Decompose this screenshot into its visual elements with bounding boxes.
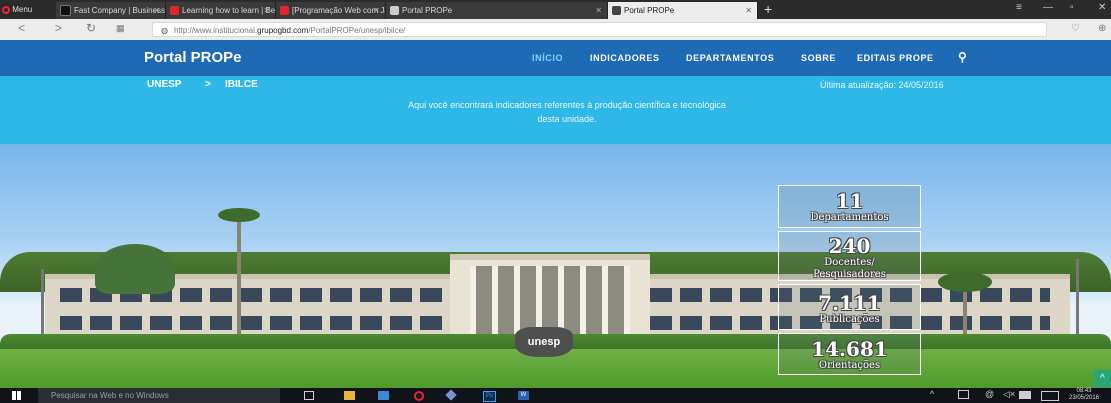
stat-docentes-pesquisadores[interactable]: 240 Docentes/ Pesquisadores xyxy=(778,231,921,281)
stat-value: 11 xyxy=(835,189,864,213)
taskbar-clock[interactable]: 08:43 23/05/2016 xyxy=(1064,388,1104,402)
windows-taskbar: Pesquisar na Web e no Windows Ps W ^ @ ◁… xyxy=(0,388,1111,403)
tray-up-arrow-icon[interactable]: ^ xyxy=(930,389,934,399)
search-icon[interactable]: ⚲ xyxy=(958,50,967,64)
palm-cluster-left xyxy=(95,244,175,294)
breadcrumb-banner: UNESP > IBILCE Última atualização: 24/05… xyxy=(0,76,1111,144)
opera-taskbar-icon[interactable] xyxy=(414,391,424,401)
stat-publicacoes[interactable]: 7.111 Publicações xyxy=(778,284,921,330)
intro-line-1: Aqui você encontrará indicadores referen… xyxy=(408,100,726,110)
file-explorer-icon[interactable] xyxy=(344,391,355,400)
stat-value: 14.681 xyxy=(811,337,888,361)
nav-indicadores[interactable]: INDICADORES xyxy=(590,53,660,63)
site-info-icon[interactable]: ◍ xyxy=(161,26,168,35)
taskbar-search-placeholder: Pesquisar na Web e no Windows xyxy=(51,391,169,400)
stat-label: Docentes/ Pesquisadores xyxy=(813,257,886,280)
stat-label: Publicações xyxy=(819,314,880,325)
nav-sobre[interactable]: SOBRE xyxy=(801,53,836,63)
windows-start-icon[interactable] xyxy=(12,391,21,400)
site-brand-link[interactable]: Portal PROPe xyxy=(144,49,242,66)
intro-text: Aqui você encontrará indicadores referen… xyxy=(358,98,776,126)
coursera-favicon-icon xyxy=(170,6,179,16)
fast-company-favicon-icon xyxy=(60,5,71,17)
tab-programacao-web[interactable]: [Programação Web com Ja ✕ xyxy=(276,2,386,19)
nav-editais-prope[interactable]: EDITAIS PROPE xyxy=(857,53,934,63)
store-icon[interactable] xyxy=(378,391,389,400)
close-tab-icon[interactable]: ✕ xyxy=(373,2,380,19)
tab-portal-prope-active[interactable]: Portal PROPe ✕ xyxy=(608,2,758,19)
address-bar-row: < > ↻ ▦ ◍ http://www.institucional.grupog… xyxy=(0,19,1111,41)
intro-line-2: desta unidade. xyxy=(537,114,597,124)
breadcrumb-separator: > xyxy=(205,79,211,90)
menu-label: Menu xyxy=(12,5,33,14)
app-diamond-icon[interactable] xyxy=(445,389,457,401)
stat-orientacoes[interactable]: 14.681 Orientações xyxy=(778,333,921,375)
site-navbar: Portal PROPe INÍCIO INDICADORES DEPARTAM… xyxy=(0,40,1111,76)
scroll-top-button[interactable]: ^ xyxy=(1094,370,1111,387)
palm-crown-left xyxy=(218,208,260,222)
browser-tab-bar: Menu Fast Company | Business + ✕ Learning… xyxy=(0,0,1111,19)
url-prefix: http://www.institucional. xyxy=(173,26,258,35)
window-row-left-bottom xyxy=(60,316,450,330)
unesp-logo-sign: unesp xyxy=(515,327,573,357)
speed-dial-icon[interactable]: ▦ xyxy=(116,23,125,34)
tab-learning-how-to-learn[interactable]: Learning how to learn | Be ✕ xyxy=(166,2,276,19)
taskbar-time: 08:43 xyxy=(1076,388,1092,394)
opera-logo-icon xyxy=(2,5,10,14)
taskbar-date: 23/05/2016 xyxy=(1068,395,1100,401)
sync-icon[interactable]: @ xyxy=(985,389,994,399)
tab-title: Fast Company | Business + xyxy=(74,6,166,15)
palm-crown-right xyxy=(938,272,992,292)
building-columns xyxy=(470,266,630,336)
tab-fast-company[interactable]: Fast Company | Business + ✕ xyxy=(56,2,166,19)
reload-icon[interactable]: ↻ xyxy=(86,21,96,35)
page-favicon-icon xyxy=(390,6,399,16)
url-input[interactable]: ◍ http://www.institucional.grupogbd.com/P… xyxy=(152,22,1047,37)
close-tab-icon[interactable]: ✕ xyxy=(595,2,602,19)
keyboard-icon[interactable] xyxy=(1019,391,1031,399)
url-path: /PortalPROPe/unesp/ibilce/ xyxy=(308,26,406,35)
close-tab-icon[interactable]: ✕ xyxy=(745,2,752,19)
coursera-favicon-icon xyxy=(280,6,289,16)
stat-label: Orientações xyxy=(818,360,881,371)
close-tab-icon[interactable]: ✕ xyxy=(263,2,270,19)
minimize-icon[interactable]: — xyxy=(1043,2,1053,13)
palm-trunk-left xyxy=(237,216,241,344)
new-tab-button[interactable]: + xyxy=(764,0,772,18)
forward-icon[interactable]: > xyxy=(55,21,62,35)
taskbar-search-input[interactable]: Pesquisar na Web e no Windows xyxy=(38,388,280,403)
opera-menu-button[interactable]: Menu xyxy=(2,3,32,17)
download-icon[interactable]: ⊕ xyxy=(1098,23,1106,34)
language-indicator[interactable] xyxy=(1041,391,1059,401)
close-tab-icon[interactable]: ✕ xyxy=(153,2,160,19)
nav-departamentos[interactable]: DEPARTAMENTOS xyxy=(686,53,774,63)
campus-hero-image: unesp 11 Departamentos 240 Docentes/ Pes… xyxy=(0,144,1111,388)
nav-inicio[interactable]: INÍCIO xyxy=(532,53,563,63)
task-view-icon[interactable] xyxy=(304,391,314,400)
breadcrumb-unesp[interactable]: UNESP xyxy=(147,79,181,90)
stat-value: 7.111 xyxy=(818,291,881,315)
back-icon[interactable]: < xyxy=(18,21,25,35)
tab-portal-prope[interactable]: Portal PROPe ✕ xyxy=(386,2,608,19)
stat-departamentos[interactable]: 11 Departamentos xyxy=(778,185,921,228)
tab-title: [Programação Web com Ja xyxy=(292,6,386,15)
stat-value: 240 xyxy=(828,234,871,258)
last-update-text: Última atualização: 24/05/2016 xyxy=(820,80,944,90)
heart-icon[interactable]: ♡ xyxy=(1071,23,1080,34)
tab-title: Portal PROPe xyxy=(624,6,675,15)
volume-icon[interactable]: ◁× xyxy=(1003,389,1015,400)
stat-label: Departamentos xyxy=(810,212,889,223)
photoshop-icon[interactable]: Ps xyxy=(483,391,496,402)
network-icon[interactable] xyxy=(958,390,969,399)
word-icon[interactable]: W xyxy=(518,391,529,400)
maximize-icon[interactable]: ▫ xyxy=(1070,2,1074,13)
url-domain: grupogbd.com xyxy=(257,26,309,35)
close-window-icon[interactable]: ✕ xyxy=(1098,2,1106,13)
breadcrumb-ibilce[interactable]: IBILCE xyxy=(225,79,258,90)
tab-title: Learning how to learn | Be xyxy=(182,6,276,15)
page-favicon-icon xyxy=(612,6,621,16)
tab-menu-icon[interactable]: ≡ xyxy=(1016,2,1022,13)
tab-title: Portal PROPe xyxy=(402,6,453,15)
